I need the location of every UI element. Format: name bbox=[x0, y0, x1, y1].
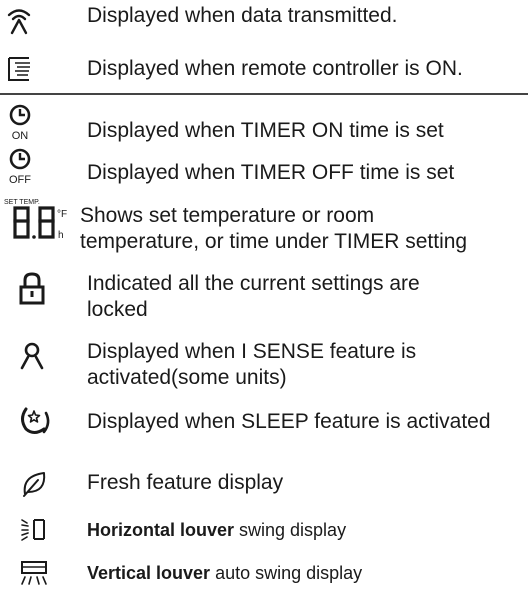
timer-on-icon: ON bbox=[6, 104, 36, 144]
temperature-digits-icon: SET TEMP. °F h bbox=[4, 196, 84, 246]
vertical-louver-icon bbox=[20, 560, 50, 588]
lock-description-line2: locked bbox=[87, 298, 148, 321]
person-sense-icon bbox=[20, 342, 48, 372]
unit-hour-label: h bbox=[58, 230, 64, 241]
horizontal-louver-label: Horizontal louver bbox=[87, 520, 235, 540]
timer-off-icon: OFF bbox=[6, 148, 36, 188]
transmit-signal-icon bbox=[6, 6, 32, 35]
vertical-louver-label: Vertical louver bbox=[87, 563, 211, 583]
horizontal-louver-icon bbox=[20, 516, 50, 542]
horizontal-louver-description: Horizontal louver swing display bbox=[87, 518, 346, 542]
section-divider bbox=[0, 93, 528, 95]
lock-icon bbox=[18, 272, 48, 306]
timer-on-description: Displayed when TIMER ON time is set bbox=[87, 119, 444, 142]
set-temp-label: SET TEMP. bbox=[4, 199, 40, 206]
remote-on-icon bbox=[7, 56, 33, 82]
remote-on-description: Displayed when remote controller is ON. bbox=[87, 57, 463, 80]
timer-off-description: Displayed when TIMER OFF time is set bbox=[87, 161, 455, 184]
horizontal-louver-suffix: swing display bbox=[234, 520, 347, 540]
sleep-icon bbox=[18, 405, 52, 437]
leaf-icon bbox=[22, 470, 48, 498]
icon-legend-page: Displayed when data transmitted. Display… bbox=[0, 0, 530, 593]
temperature-description-line2: temperature, or time under TIMER setting bbox=[80, 230, 468, 253]
temperature-description-line1: Shows set temperature or room bbox=[80, 204, 375, 227]
lock-description-line1: Indicated all the current settings are bbox=[87, 272, 420, 295]
unit-fahrenheit-label: °F bbox=[57, 209, 67, 220]
fresh-description: Fresh feature display bbox=[87, 471, 284, 494]
timer-on-label: ON bbox=[12, 130, 29, 142]
vertical-louver-suffix: auto swing display bbox=[210, 563, 363, 583]
i-sense-description-line2: activated(some units) bbox=[87, 366, 287, 389]
vertical-louver-description: Vertical louver auto swing display bbox=[87, 561, 362, 585]
timer-off-label: OFF bbox=[9, 174, 31, 186]
i-sense-description-line1: Displayed when I SENSE feature is bbox=[87, 340, 417, 363]
sleep-description: Displayed when SLEEP feature is activate… bbox=[87, 410, 491, 433]
transmit-description: Displayed when data transmitted. bbox=[87, 4, 398, 27]
